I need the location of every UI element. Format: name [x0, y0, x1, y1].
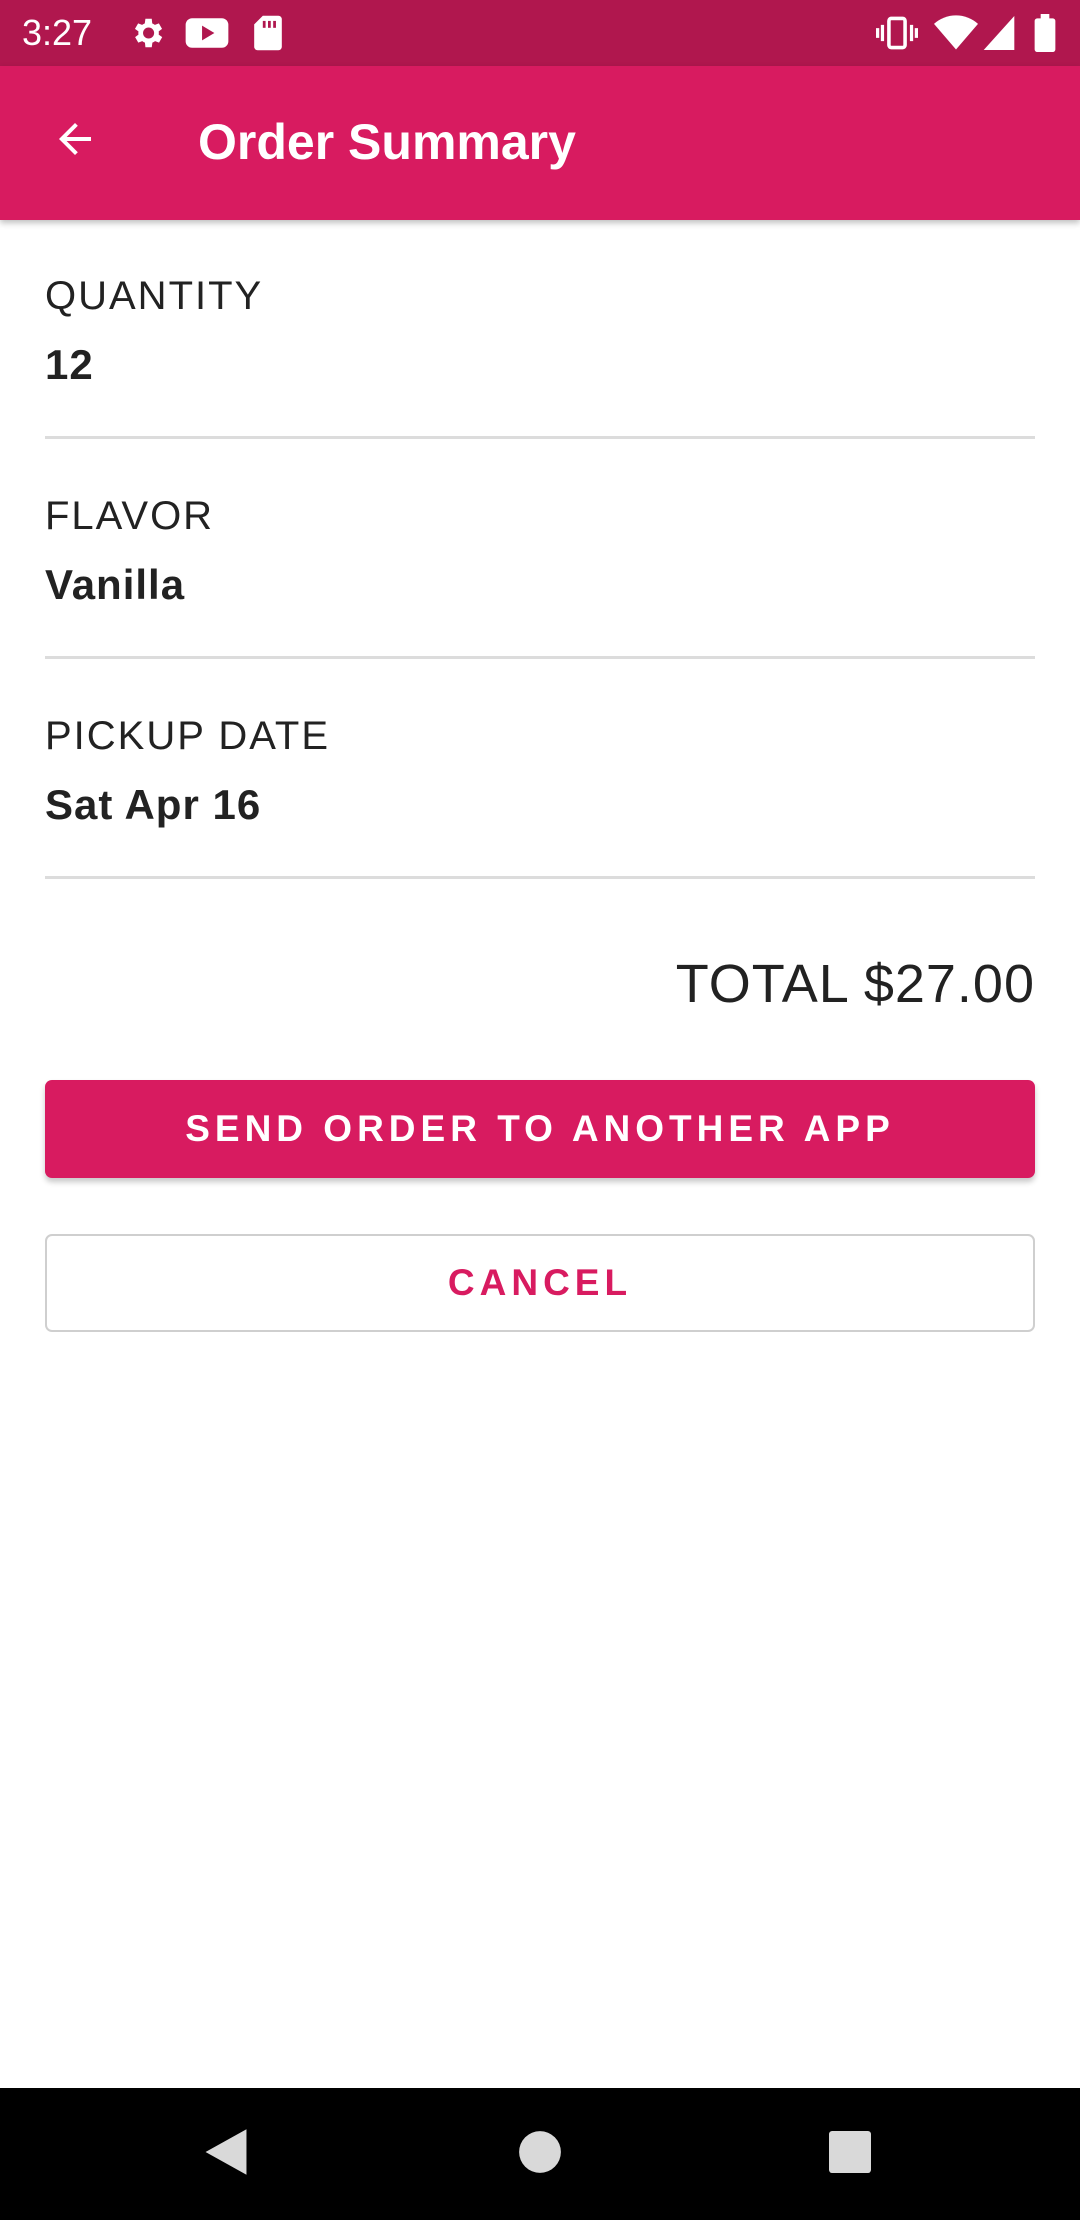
nav-home-button[interactable]	[510, 2124, 570, 2184]
signal-icon	[982, 14, 1016, 57]
recents-square-icon	[829, 2130, 871, 2178]
back-triangle-icon	[203, 2127, 249, 2182]
wifi-icon	[934, 14, 978, 57]
pickup-date-value: Sat Apr 16	[45, 781, 262, 828]
flavor-value: Vanilla	[45, 561, 186, 608]
quantity-label: QUANTITY	[45, 274, 264, 318]
divider	[45, 876, 1035, 879]
flavor-label: FLAVOR	[45, 494, 215, 538]
pickup-date-row: PICKUP DATE Sat Apr 16	[45, 712, 1035, 830]
cancel-button[interactable]: CANCEL	[45, 1234, 1035, 1332]
battery-icon	[1034, 14, 1056, 57]
home-circle-icon	[518, 2130, 562, 2179]
pickup-date-label: PICKUP DATE	[45, 714, 331, 758]
quantity-value: 12	[45, 341, 94, 388]
vibrate-icon	[876, 14, 918, 57]
back-button[interactable]	[30, 96, 120, 186]
order-total: TOTAL $27.00	[675, 954, 1035, 1014]
app-bar: Order Summary	[0, 66, 1080, 220]
gear-icon	[128, 14, 166, 57]
status-time: 3:27	[22, 12, 93, 53]
order-summary-screen: 3:27 Order Summary QUANTITY 12 FLAVOR Va…	[0, 0, 1080, 2220]
divider	[45, 656, 1035, 659]
nav-recents-button[interactable]	[820, 2124, 880, 2184]
flavor-row: FLAVOR Vanilla	[45, 492, 1035, 610]
divider	[45, 436, 1035, 439]
arrow-back-icon	[51, 115, 99, 168]
system-nav-bar	[0, 2088, 1080, 2220]
sd-card-icon	[252, 14, 284, 57]
quantity-row: QUANTITY 12	[45, 272, 1035, 390]
page-title: Order Summary	[198, 114, 576, 170]
send-order-button[interactable]: SEND ORDER TO ANOTHER APP	[45, 1080, 1035, 1178]
youtube-icon	[184, 14, 230, 57]
nav-back-button[interactable]	[196, 2124, 256, 2184]
status-bar: 3:27	[0, 0, 1080, 66]
